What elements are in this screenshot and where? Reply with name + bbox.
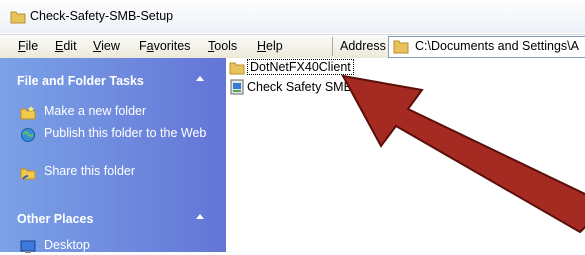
arrow-shape xyxy=(341,74,585,234)
annotation-arrow xyxy=(341,74,585,234)
